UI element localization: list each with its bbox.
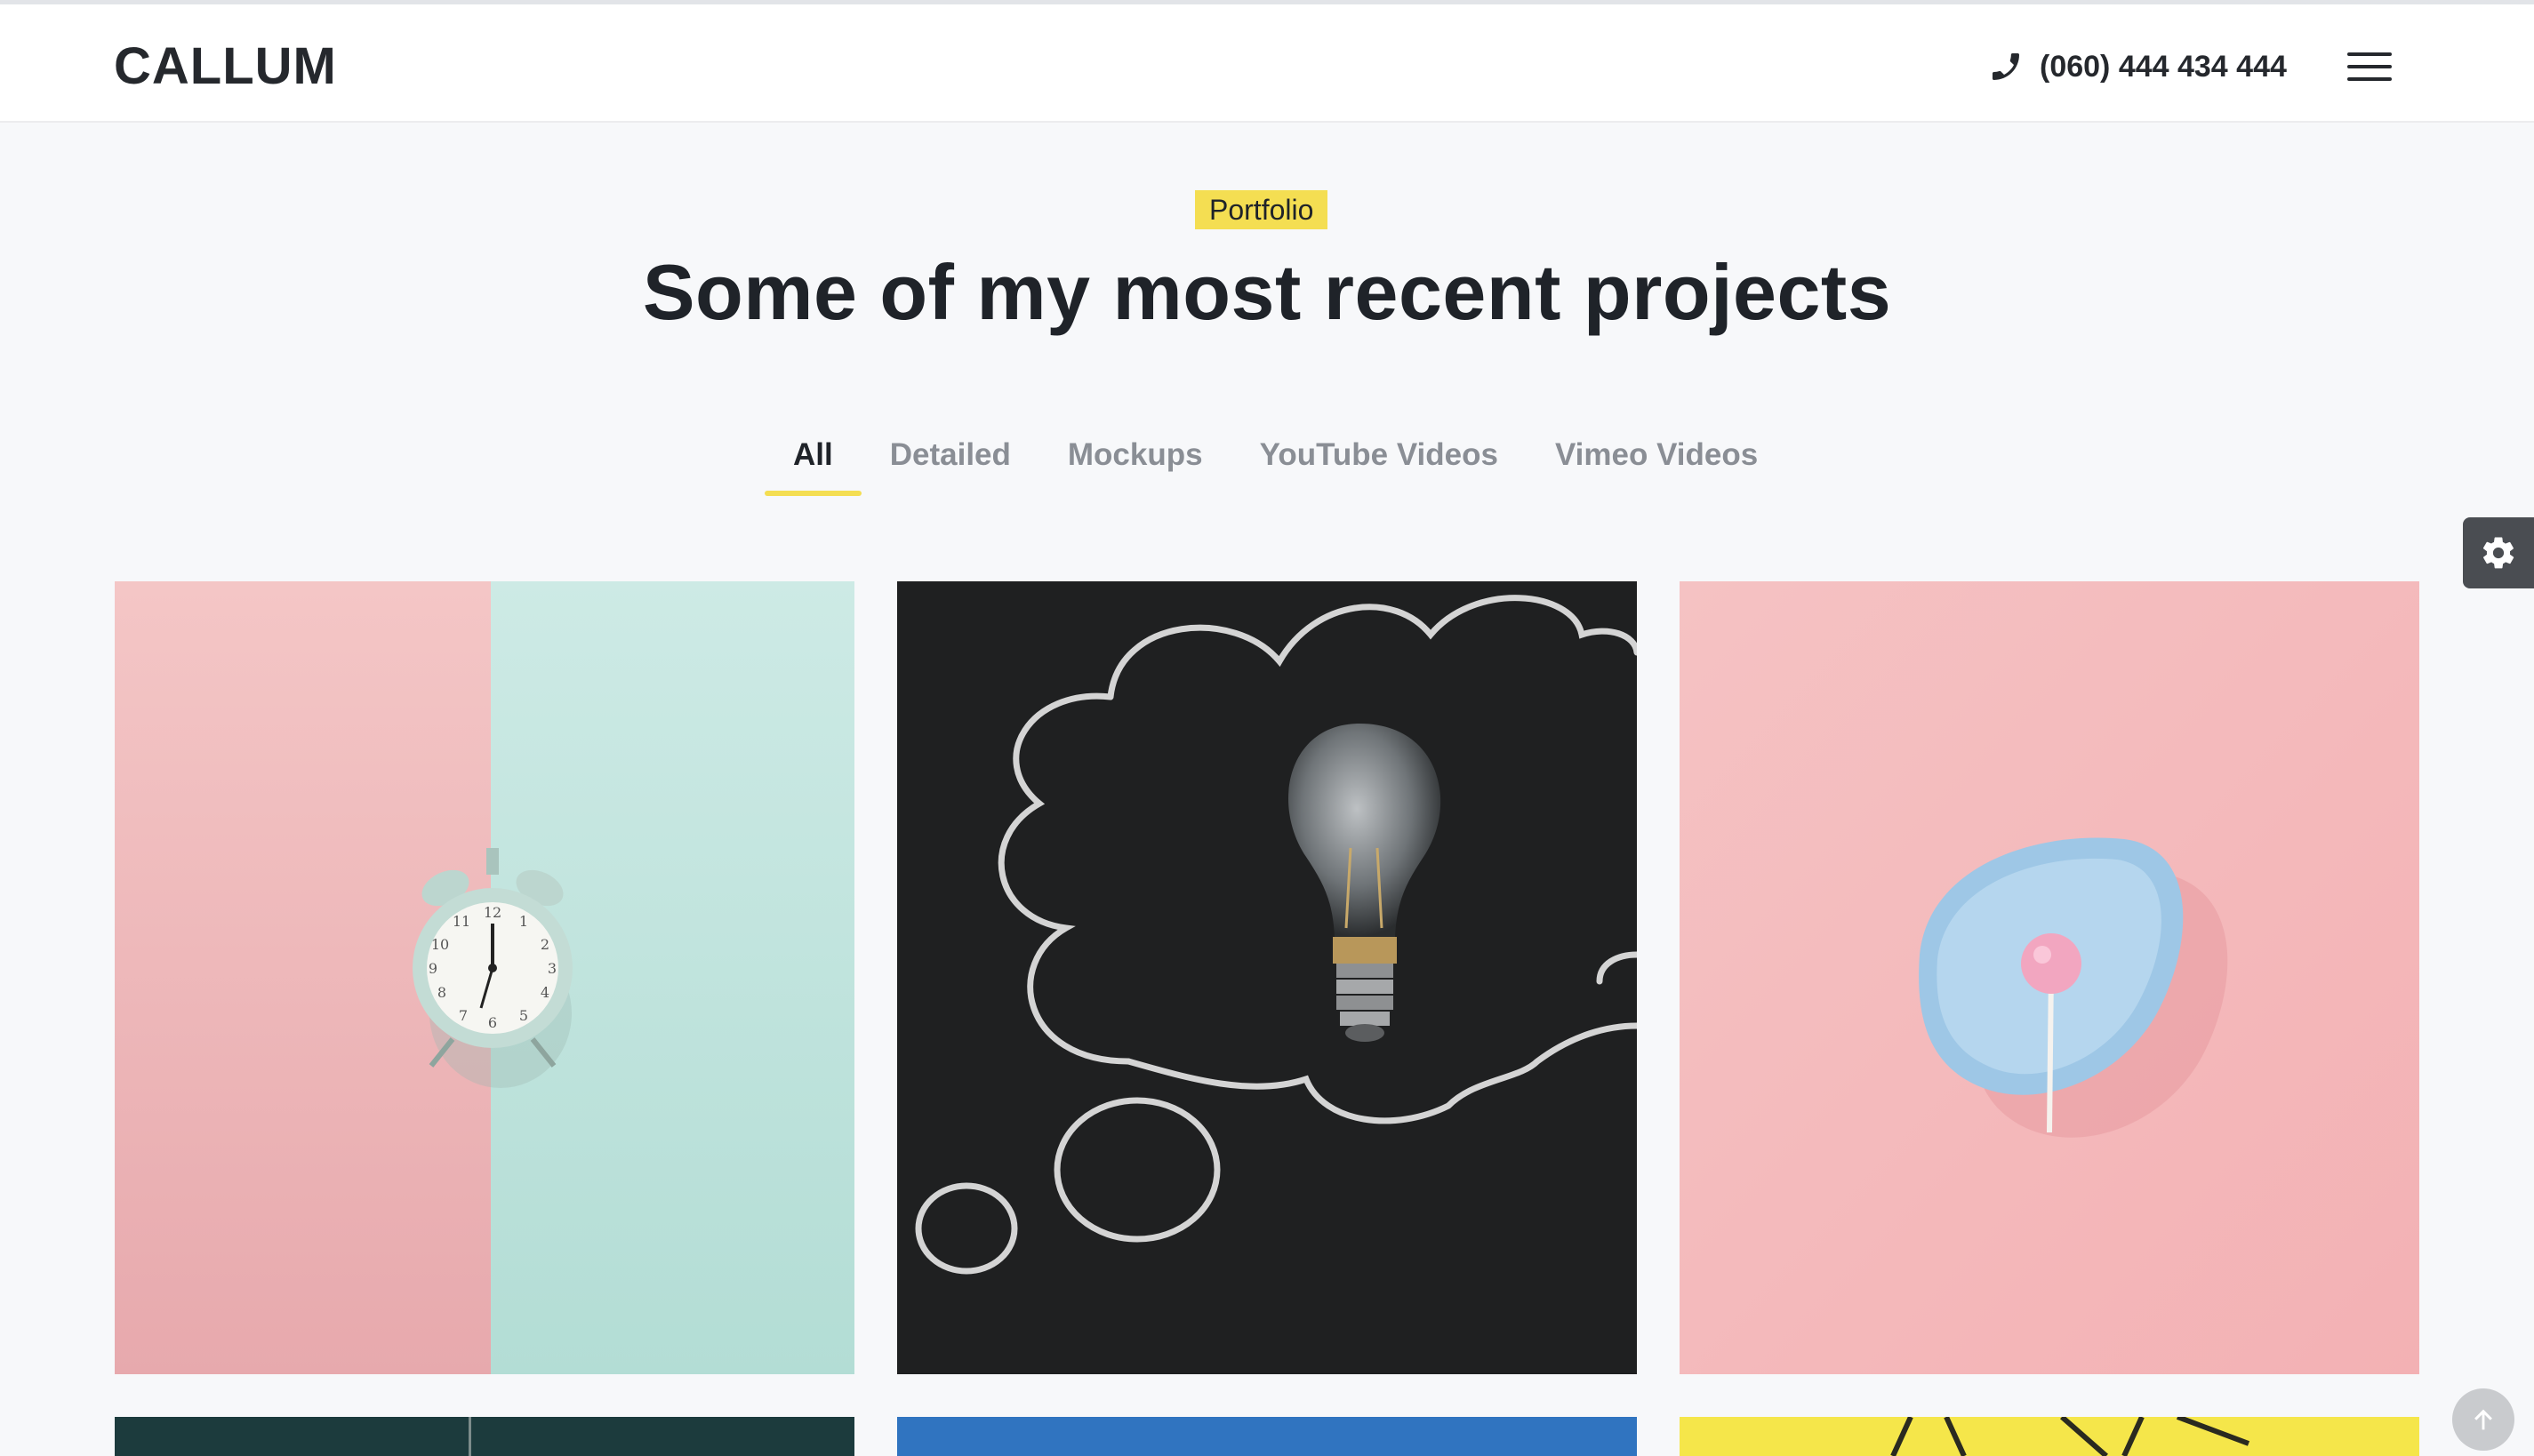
portfolio-item-dark-teal[interactable] — [115, 1417, 854, 1456]
light-bulb-image — [897, 581, 1637, 1374]
svg-text:2: 2 — [541, 936, 549, 953]
svg-text:10: 10 — [431, 936, 449, 953]
hamburger-line — [2347, 52, 2392, 56]
logo[interactable]: CALLUM — [114, 36, 337, 96]
svg-text:1: 1 — [519, 913, 528, 930]
svg-text:6: 6 — [488, 1014, 497, 1031]
lollipop-image — [1680, 581, 2419, 1374]
section-tag: Portfolio — [1195, 190, 1328, 229]
filter-youtube-videos[interactable]: YouTube Videos — [1231, 430, 1527, 496]
svg-text:5: 5 — [519, 1007, 528, 1024]
svg-text:3: 3 — [548, 960, 557, 977]
gear-icon — [2482, 537, 2514, 569]
svg-text:11: 11 — [453, 913, 470, 930]
filter-vimeo-videos[interactable]: Vimeo Videos — [1527, 430, 1786, 496]
filter-all[interactable]: All — [765, 430, 862, 496]
portfolio-item-alarm-clock[interactable]: 12 1 2 3 45 6 78 9 10 11 — [115, 581, 854, 1374]
hamburger-line — [2347, 77, 2392, 81]
svg-text:9: 9 — [429, 960, 437, 977]
hamburger-menu-icon[interactable] — [2347, 51, 2392, 83]
section-title: Some of my most recent projects — [642, 248, 1892, 336]
yellow-image — [1680, 1417, 2419, 1456]
dark-teal-image — [115, 1417, 854, 1456]
site-header: CALLUM (060) 444 434 444 — [0, 4, 2534, 123]
phone-number: (060) 444 434 444 — [2040, 49, 2287, 84]
svg-text:4: 4 — [541, 984, 549, 1001]
arrow-up-icon — [2474, 1409, 2492, 1430]
portfolio-filters: All Detailed Mockups YouTube Videos Vime… — [765, 430, 1786, 501]
filter-detailed[interactable]: Detailed — [862, 430, 1039, 496]
blue-image — [897, 1417, 1637, 1456]
filter-mockups[interactable]: Mockups — [1039, 430, 1231, 496]
scroll-to-top-button[interactable] — [2452, 1388, 2514, 1451]
portfolio-item-lollipop[interactable] — [1680, 581, 2419, 1374]
portfolio-item-blue[interactable] — [897, 1417, 1637, 1456]
portfolio-item-yellow[interactable] — [1680, 1417, 2419, 1456]
phone-contact[interactable]: (060) 444 434 444 — [1988, 45, 2287, 88]
svg-text:8: 8 — [437, 984, 446, 1001]
svg-text:7: 7 — [459, 1007, 468, 1024]
settings-panel-toggle[interactable] — [2463, 517, 2534, 588]
alarm-clock-image: 12 12 3 45 6 78 9 1011 — [115, 581, 854, 1374]
portfolio-item-light-bulb[interactable] — [897, 581, 1637, 1374]
phone-icon — [1993, 53, 2019, 80]
hamburger-line — [2347, 65, 2392, 68]
svg-text:12: 12 — [484, 904, 501, 921]
